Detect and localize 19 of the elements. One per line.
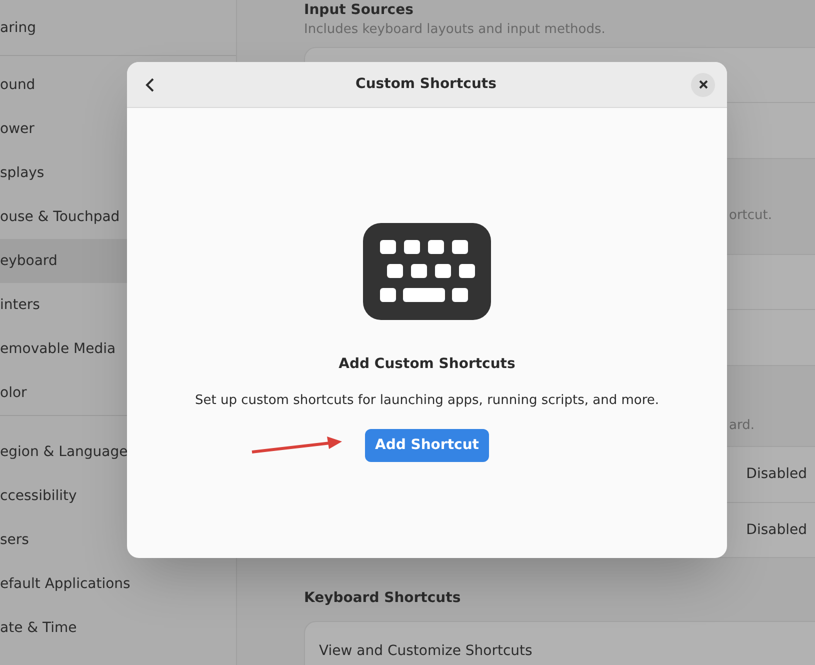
empty-state-description: Set up custom shortcuts for launching apps, running scripts, and more. — [194, 392, 660, 410]
add-shortcut-button[interactable]: Add Shortcut — [365, 428, 489, 462]
back-icon — [145, 76, 155, 92]
section-heading: Input Sources — [304, 1, 414, 20]
section-description: ortcut. — [729, 208, 772, 224]
row-value: Disabled — [746, 520, 807, 540]
section-description: Includes keyboard layouts and input methods. — [304, 22, 606, 38]
sidebar-item[interactable]: efault Applications — [0, 562, 236, 606]
keyboard-icon — [363, 223, 491, 320]
close-button[interactable] — [691, 72, 715, 96]
sidebar-item[interactable]: aring — [0, 6, 236, 50]
close-icon — [698, 80, 708, 89]
section-heading: Keyboard Shortcuts — [304, 589, 462, 608]
row-value: Disabled — [746, 465, 807, 484]
dialog-title: Custom Shortcuts — [356, 75, 496, 94]
sidebar-item[interactable]: ate & Time — [0, 606, 236, 650]
empty-state-title: Add Custom Shortcuts — [338, 355, 516, 374]
row-label[interactable]: View and Customize Shortcuts — [319, 640, 532, 662]
section-description: ard. — [729, 418, 754, 434]
